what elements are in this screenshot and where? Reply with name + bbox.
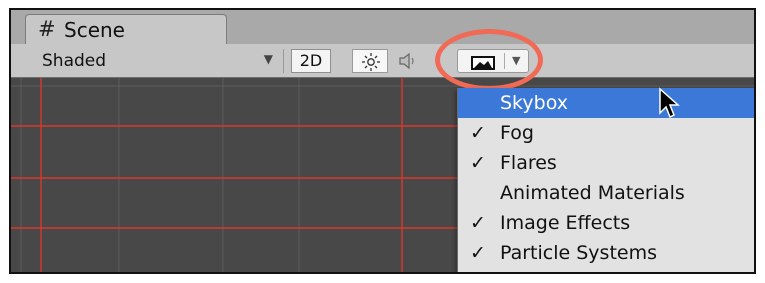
menu-item-fog[interactable]: ✓ Fog	[458, 118, 754, 148]
menu-item-flares[interactable]: ✓ Flares	[458, 148, 754, 178]
audio-toggle-button[interactable]	[394, 49, 420, 73]
menu-item-label: Flares	[500, 152, 557, 174]
dropdown-caret-icon: ▼	[263, 52, 273, 66]
menu-item-label: Image Effects	[500, 212, 631, 234]
menu-item-image-effects[interactable]: ✓ Image Effects	[458, 208, 754, 238]
checkmark-icon: ✓	[470, 212, 486, 234]
checkmark-icon: ✓	[470, 122, 486, 144]
checkmark-icon: ✓	[470, 242, 486, 264]
menu-item-animated-materials[interactable]: Animated Materials	[458, 178, 754, 208]
scene-toolbar: Shaded ▼ 2D ▼	[11, 44, 754, 78]
menu-item-label: Skybox	[500, 92, 568, 114]
shading-mode-dropdown[interactable]: Shaded ▼	[32, 49, 284, 73]
image-landscape-icon	[471, 56, 495, 70]
toggle-2d-button[interactable]: 2D	[291, 49, 331, 73]
dropdown-caret-icon: ▼	[512, 54, 521, 67]
scene-effects-dropdown-button[interactable]: ▼	[457, 49, 529, 73]
menu-item-label: Fog	[500, 122, 534, 144]
scene-window: # Scene Shaded ▼ 2D ▼ Skybox ✓ Fog ✓ Fla…	[9, 8, 756, 274]
menu-item-label: Particle Systems	[500, 242, 657, 264]
menu-item-skybox[interactable]: Skybox	[458, 88, 754, 118]
button-separator	[504, 53, 505, 69]
speaker-icon	[399, 52, 414, 70]
grid-hash-icon: #	[38, 17, 56, 41]
scene-effects-menu: Skybox ✓ Fog ✓ Flares Animated Materials…	[457, 88, 754, 272]
tab-strip: # Scene	[11, 10, 754, 46]
lighting-toggle-button[interactable]	[352, 49, 388, 73]
shading-mode-value: Shaded	[42, 51, 107, 71]
checkmark-icon: ✓	[470, 152, 486, 174]
menu-item-label: Animated Materials	[500, 182, 685, 204]
tab-scene-label: Scene	[64, 18, 125, 42]
menu-item-particle-systems[interactable]: ✓ Particle Systems	[458, 238, 754, 268]
sun-icon	[362, 53, 380, 71]
tab-scene[interactable]: # Scene	[25, 14, 227, 46]
